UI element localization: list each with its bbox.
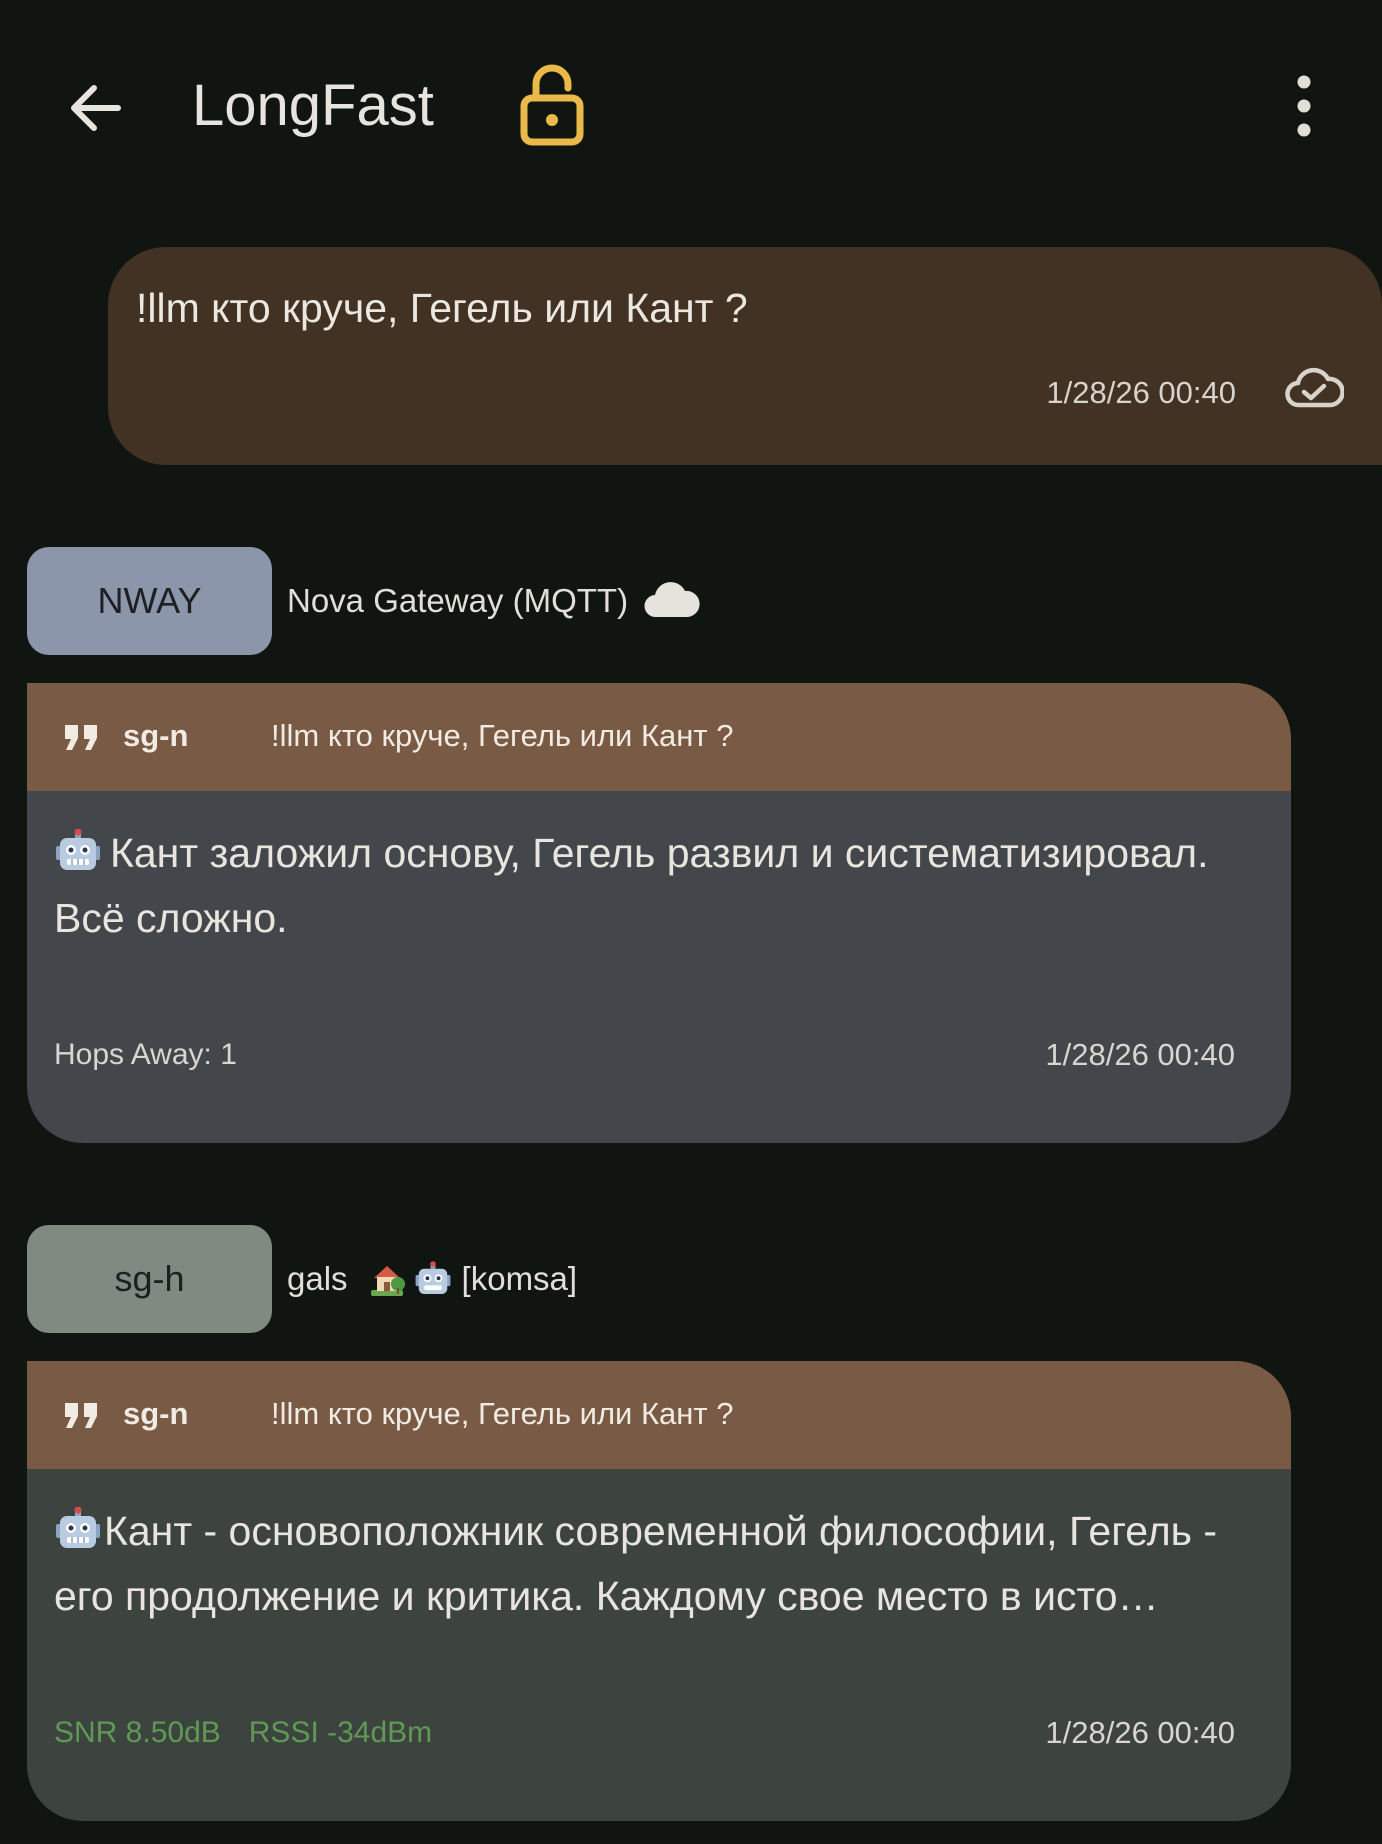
signal-info: SNR 8.50dB RSSI -34dBm xyxy=(54,1713,460,1753)
message-timestamp: 1/28/26 00:40 xyxy=(1046,375,1236,410)
reply-quote[interactable]: sg-n !llm кто круче, Гегель или Кант ? xyxy=(27,1361,1291,1469)
message-timestamp: 1/28/26 00:40 xyxy=(1045,1715,1235,1750)
sender-row: NWAY Nova Gateway (MQTT) xyxy=(27,547,1327,657)
delivery-status xyxy=(1284,367,1344,411)
robot-emoji-icon xyxy=(54,1507,102,1551)
cloud-check-icon xyxy=(1285,367,1344,408)
reply-user: sg-n xyxy=(123,718,189,753)
message-text: !llm кто круче, Гегель или Кант ? xyxy=(136,285,748,331)
message-text: Кант заложил основу, Гегель развил и сис… xyxy=(54,821,1224,951)
rssi-value: RSSI -34dBm xyxy=(248,1716,433,1749)
incoming-message-card[interactable]: sg-n !llm кто круче, Гегель или Кант ? К… xyxy=(27,683,1291,1143)
more-vertical-icon xyxy=(1297,75,1311,137)
quote-icon xyxy=(63,1399,101,1431)
hops-away: Hops Away: 1 xyxy=(54,1038,237,1071)
reply-quote[interactable]: sg-n !llm кто круче, Гегель или Кант ? xyxy=(27,683,1291,791)
message-body: Кант - основоположник современной филосо… xyxy=(27,1469,1291,1821)
house-with-garden-emoji-icon xyxy=(368,1260,406,1298)
message-timestamp: 1/28/26 00:40 xyxy=(1045,1037,1235,1072)
message-text: Кант - основоположник современной филосо… xyxy=(54,1499,1224,1629)
message-content: Кант - основоположник современной филосо… xyxy=(54,1508,1218,1619)
lock-open-icon xyxy=(520,64,584,146)
message-body: Кант заложил основу, Гегель развил и сис… xyxy=(27,791,1291,1143)
avatar[interactable]: sg-h xyxy=(27,1225,272,1333)
overflow-menu-button[interactable] xyxy=(1286,74,1322,138)
top-app-bar: LongFast xyxy=(0,0,1382,210)
sender-name: gals [komsa] xyxy=(287,1258,577,1300)
sender-long-name: Nova Gateway (MQTT) xyxy=(287,582,629,619)
reply-text: !llm кто круче, Гегель или Кант ? xyxy=(271,718,734,753)
outgoing-message-bubble[interactable]: !llm кто круче, Гегель или Кант ? 1/28/2… xyxy=(108,247,1382,465)
cloud-icon xyxy=(642,581,700,621)
quote-icon xyxy=(63,721,101,753)
robot-emoji-icon xyxy=(54,829,102,873)
encryption-status-button[interactable] xyxy=(518,62,586,146)
snr-value: SNR 8.50dB xyxy=(54,1716,221,1749)
sender-name: Nova Gateway (MQTT) xyxy=(287,580,700,622)
robot-emoji-icon xyxy=(414,1260,452,1298)
incoming-message-card[interactable]: sg-n !llm кто круче, Гегель или Кант ? К… xyxy=(27,1361,1291,1821)
message-content: Кант заложил основу, Гегель развил и сис… xyxy=(54,830,1209,941)
sender-long-name: gals xyxy=(287,1260,348,1297)
sender-row: sg-h gals [komsa] xyxy=(27,1225,1327,1335)
avatar[interactable]: NWAY xyxy=(27,547,272,655)
sender-tag: [komsa] xyxy=(461,1260,578,1297)
back-button[interactable] xyxy=(58,70,134,146)
chat-screen: LongFast !llm кто круче, Гегель или Кант… xyxy=(0,0,1382,1844)
channel-title: LongFast xyxy=(192,73,434,138)
arrow-left-icon xyxy=(71,85,121,131)
reply-user: sg-n xyxy=(123,1396,189,1431)
reply-text: !llm кто круче, Гегель или Кант ? xyxy=(271,1396,734,1431)
